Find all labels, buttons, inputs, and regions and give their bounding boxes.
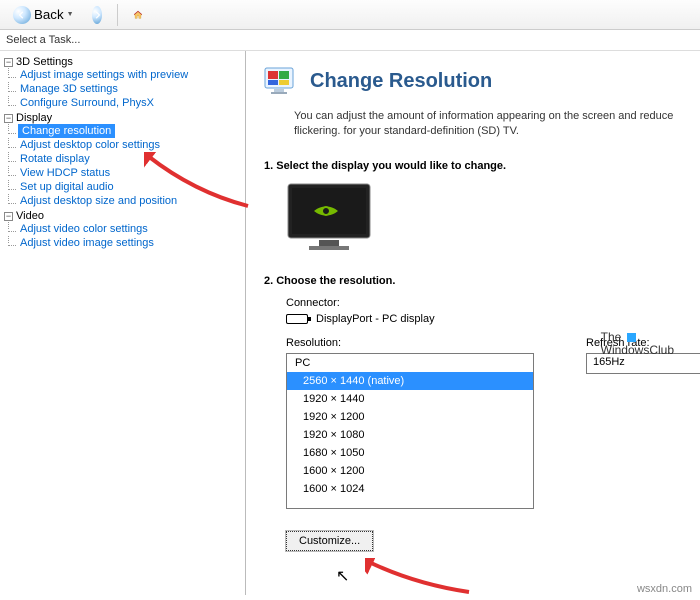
resolution-option[interactable]: 1920 × 1440 [287, 390, 533, 408]
sidebar-item-hdcp[interactable]: View HDCP status [18, 167, 112, 179]
back-label: Back [34, 7, 64, 22]
forward-button[interactable] [85, 3, 109, 27]
sidebar-item-video-image[interactable]: Adjust video image settings [18, 237, 156, 249]
toolbar-separator [117, 4, 118, 26]
sidebar-item-manage-3d[interactable]: Manage 3D settings [18, 83, 120, 95]
resolution-option[interactable]: 1600 × 1200 [287, 462, 533, 480]
page-title: Change Resolution [310, 70, 492, 93]
forward-arrow-icon [92, 6, 102, 24]
tree-group-display[interactable]: Display [16, 112, 52, 124]
resolution-label: Resolution: [286, 337, 534, 349]
resolution-icon [264, 65, 298, 97]
sidebar-item-digital-audio[interactable]: Set up digital audio [18, 181, 116, 193]
display-thumbnail[interactable] [286, 182, 682, 257]
tree-group-3d[interactable]: 3D Settings [16, 56, 73, 68]
collapse-icon[interactable]: − [4, 58, 13, 67]
dropdown-arrow-icon: ▼ [67, 11, 74, 18]
sidebar-item-video-color[interactable]: Adjust video color settings [18, 223, 150, 235]
displayport-icon [286, 314, 308, 324]
sidebar-item-desktop-size[interactable]: Adjust desktop size and position [18, 195, 179, 207]
connector-label: Connector: [286, 297, 682, 309]
sidebar-item-adjust-image[interactable]: Adjust image settings with preview [18, 69, 190, 81]
square-icon [627, 333, 636, 342]
sidebar-item-rotate[interactable]: Rotate display [18, 153, 92, 165]
refresh-value: 165Hz [593, 356, 625, 368]
home-icon [133, 5, 143, 25]
customize-button[interactable]: Customize... [286, 531, 373, 551]
resolution-option[interactable]: 1920 × 1200 [287, 408, 533, 426]
resolution-listbox[interactable]: PC 2560 × 1440 (native) 1920 × 1440 1920… [286, 353, 534, 509]
resolution-option[interactable]: 1920 × 1080 [287, 426, 533, 444]
cursor-icon: ↖ [336, 566, 349, 586]
resolution-option[interactable]: 1600 × 1024 [287, 480, 533, 498]
back-arrow-icon [13, 6, 31, 24]
collapse-icon[interactable]: − [4, 212, 13, 221]
listbox-header: PC [287, 354, 533, 372]
home-button[interactable] [126, 3, 150, 27]
connector-value: DisplayPort - PC display [316, 313, 435, 325]
page-description: You can adjust the amount of information… [294, 109, 682, 140]
step1-label: 1. Select the display you would like to … [264, 160, 682, 172]
main-panel: Change Resolution You can adjust the amo… [246, 51, 700, 595]
task-header: Select a Task... [0, 30, 700, 50]
sidebar: −3D Settings Adjust image settings with … [0, 51, 246, 595]
resolution-option[interactable]: 2560 × 1440 (native) [287, 372, 533, 390]
sidebar-item-desktop-color[interactable]: Adjust desktop color settings [18, 139, 162, 151]
tree-group-video[interactable]: Video [16, 210, 44, 222]
sidebar-item-surround[interactable]: Configure Surround, PhysX [18, 97, 156, 109]
sidebar-item-change-resolution[interactable]: Change resolution [18, 124, 115, 138]
step2-label: 2. Choose the resolution. [264, 275, 682, 287]
source-domain: wsxdn.com [637, 583, 692, 595]
watermark: The WindowsClub [601, 331, 674, 356]
resolution-option[interactable]: 1680 × 1050 [287, 444, 533, 462]
back-button[interactable]: Back ▼ [6, 3, 81, 27]
toolbar: Back ▼ [0, 0, 700, 30]
collapse-icon[interactable]: − [4, 114, 13, 123]
